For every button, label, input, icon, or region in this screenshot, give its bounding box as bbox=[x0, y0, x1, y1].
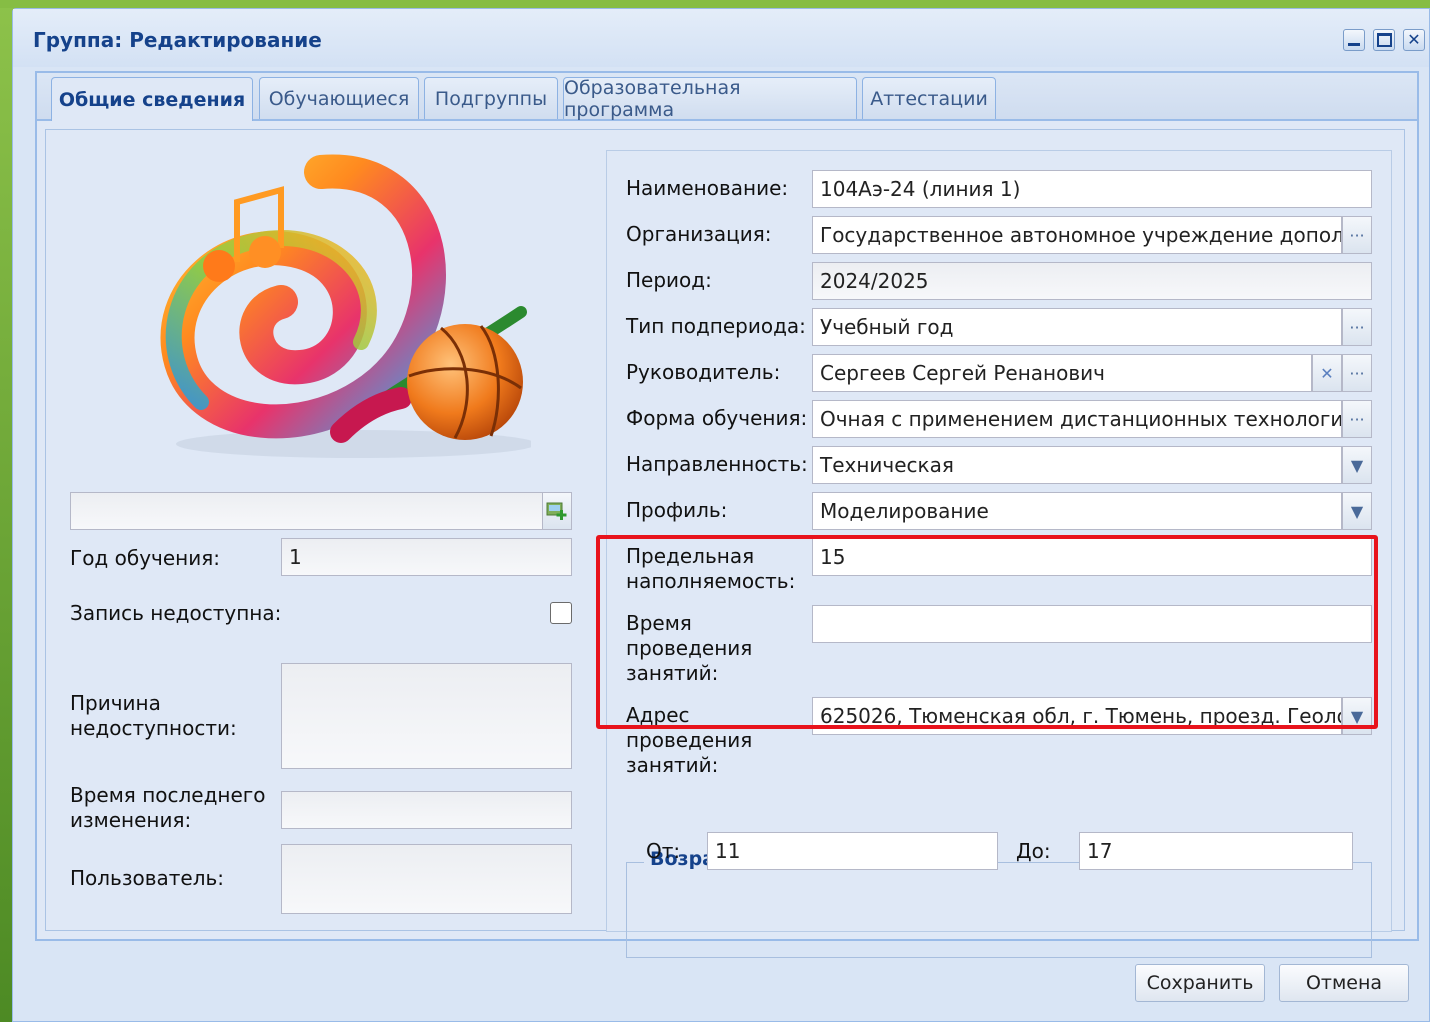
user-field[interactable] bbox=[281, 844, 572, 914]
cancel-button[interactable]: Отмена bbox=[1279, 964, 1409, 1002]
desktop-background-top bbox=[0, 0, 1430, 8]
profile-label: Профиль: bbox=[626, 498, 728, 522]
age-to-field[interactable]: 17 bbox=[1079, 832, 1353, 870]
tab-students[interactable]: Обучающиеся bbox=[259, 77, 419, 119]
save-button[interactable]: Сохранить bbox=[1135, 964, 1265, 1002]
minimize-icon[interactable] bbox=[1343, 29, 1365, 51]
reason-textarea[interactable] bbox=[281, 663, 572, 769]
edit-group-window: Группа: Редактирование ✕ Общие сведения … bbox=[12, 8, 1430, 1022]
study-form-label: Форма обучения: bbox=[626, 406, 808, 430]
subperiod-select-button[interactable]: ··· bbox=[1342, 308, 1372, 346]
age-from-label: От: bbox=[646, 839, 681, 863]
profile-select[interactable]: Моделирование bbox=[812, 492, 1342, 530]
close-icon[interactable]: ✕ bbox=[1403, 29, 1425, 51]
subperiod-field[interactable]: Учебный год bbox=[812, 308, 1342, 346]
study-form-field[interactable]: Очная с применением дистанционных технол… bbox=[812, 400, 1342, 438]
add-image-icon bbox=[546, 502, 567, 520]
last-modified-field[interactable] bbox=[281, 791, 572, 829]
window-titlebar[interactable]: Группа: Редактирование ✕ bbox=[13, 9, 1429, 67]
profile-dropdown-button[interactable]: ▼ bbox=[1342, 492, 1372, 530]
year-label: Год обучения: bbox=[70, 546, 220, 570]
org-field[interactable]: Государственное автономное учреждение до… bbox=[812, 216, 1342, 254]
period-field[interactable]: 2024/2025 bbox=[812, 262, 1372, 300]
head-field[interactable]: Сергеев Сергей Ренанович bbox=[812, 354, 1312, 392]
age-to-label: До: bbox=[1016, 839, 1051, 863]
direction-label: Направленность: bbox=[626, 452, 808, 476]
subperiod-label: Тип подпериода: bbox=[626, 314, 806, 338]
group-logo-image bbox=[160, 154, 531, 458]
tab-panel: Общие сведения Обучающиеся Подгруппы Обр… bbox=[35, 71, 1419, 958]
ellipsis-icon: ··· bbox=[1349, 317, 1365, 337]
clear-icon: ✕ bbox=[1320, 363, 1334, 383]
tab-attestations[interactable]: Аттестации bbox=[862, 77, 996, 119]
general-tab-body: Год обучения: 1 Запись недоступна: Причи… bbox=[45, 129, 1405, 958]
head-clear-button[interactable]: ✕ bbox=[1312, 354, 1342, 392]
image-path-field[interactable] bbox=[70, 492, 548, 530]
tab-subgroups[interactable]: Подгруппы bbox=[424, 77, 558, 119]
chevron-down-icon: ▼ bbox=[1350, 455, 1364, 475]
direction-select[interactable]: Техническая bbox=[812, 446, 1342, 484]
chevron-down-icon: ▼ bbox=[1350, 501, 1364, 521]
study-form-select-button[interactable]: ··· bbox=[1342, 400, 1372, 438]
head-select-button[interactable]: ··· bbox=[1342, 354, 1372, 392]
highlight-box bbox=[596, 535, 1378, 729]
org-label: Организация: bbox=[626, 222, 772, 246]
maximize-icon[interactable] bbox=[1373, 29, 1395, 51]
ellipsis-icon: ··· bbox=[1349, 409, 1365, 429]
org-select-button[interactable]: ··· bbox=[1342, 216, 1372, 254]
direction-dropdown-button[interactable]: ▼ bbox=[1342, 446, 1372, 484]
name-field[interactable]: 104Аэ-24 (линия 1) bbox=[812, 170, 1372, 208]
ellipsis-icon: ··· bbox=[1349, 225, 1365, 245]
add-image-button[interactable] bbox=[542, 492, 572, 530]
last-modified-label: Время последнего изменения: bbox=[70, 783, 266, 832]
reason-label: Причина недоступности: bbox=[70, 691, 237, 740]
age-category-fieldset bbox=[626, 862, 1372, 958]
name-label: Наименование: bbox=[626, 176, 789, 200]
head-label: Руководитель: bbox=[626, 360, 781, 384]
unavailable-checkbox[interactable] bbox=[550, 602, 572, 624]
ellipsis-icon: ··· bbox=[1349, 363, 1365, 383]
period-label: Период: bbox=[626, 268, 712, 292]
year-field[interactable]: 1 bbox=[281, 538, 572, 576]
window-title: Группа: Редактирование bbox=[33, 28, 322, 52]
tab-strip: Общие сведения Обучающиеся Подгруппы Обр… bbox=[37, 73, 1417, 121]
user-label: Пользователь: bbox=[70, 866, 225, 890]
tab-program[interactable]: Образовательная программа bbox=[563, 77, 857, 121]
tab-general[interactable]: Общие сведения bbox=[51, 77, 253, 121]
age-from-field[interactable]: 11 bbox=[707, 832, 998, 870]
unavailable-label: Запись недоступна: bbox=[70, 601, 282, 625]
